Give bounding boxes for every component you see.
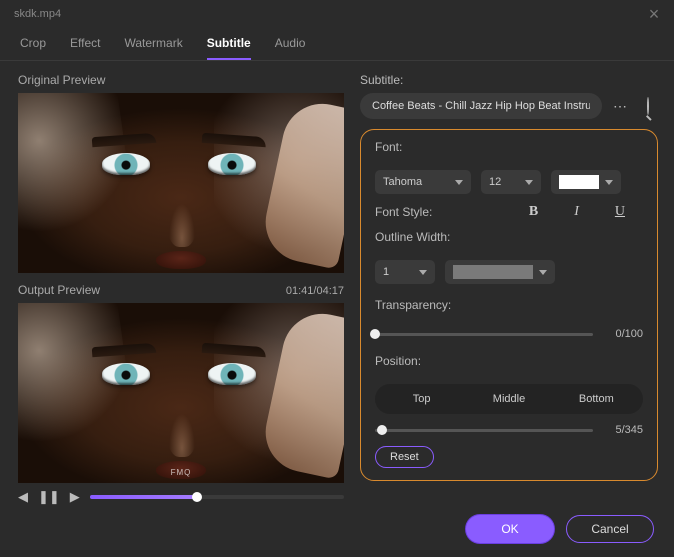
original-preview: [18, 93, 344, 273]
tab-subtitle[interactable]: Subtitle: [207, 28, 251, 60]
subtitle-label: Subtitle:: [360, 73, 658, 87]
preview-column: Original Preview Output Preview 01:41/04…: [18, 73, 344, 505]
player-controls: ◀ ❚❚ ▶: [18, 489, 344, 505]
window-title: skdk.mp4: [14, 8, 61, 20]
outline-width-select[interactable]: 1: [375, 260, 435, 284]
playback-time: 01:41/04:17: [286, 285, 344, 297]
outline-color-select[interactable]: [445, 260, 555, 284]
position-middle[interactable]: Middle: [465, 387, 552, 411]
font-color-swatch: [559, 175, 599, 189]
font-size-select[interactable]: 12: [481, 170, 541, 194]
settings-column: Subtitle: ⋯ Font: Tahoma 12: [360, 73, 658, 505]
bold-button[interactable]: B: [529, 204, 538, 220]
close-icon[interactable]: ×: [644, 4, 664, 25]
tab-crop[interactable]: Crop: [20, 28, 46, 60]
outline-width-value: 1: [383, 266, 389, 278]
prev-frame-icon[interactable]: ◀: [18, 489, 28, 505]
next-frame-icon[interactable]: ▶: [70, 489, 80, 505]
progress-slider[interactable]: [90, 495, 344, 499]
chevron-down-icon: [419, 270, 427, 275]
italic-button[interactable]: I: [574, 204, 579, 220]
outline-width-label: Outline Width:: [375, 230, 643, 244]
font-family-select[interactable]: Tahoma: [375, 170, 471, 194]
transparency-slider[interactable]: [375, 333, 593, 336]
transparency-label: Transparency:: [375, 298, 643, 312]
position-top[interactable]: Top: [378, 387, 465, 411]
pause-icon[interactable]: ❚❚: [38, 489, 60, 505]
outline-color-swatch: [453, 265, 533, 279]
subtitle-style-panel: Font: Tahoma 12 Font: [360, 129, 658, 481]
ok-button[interactable]: OK: [466, 515, 554, 543]
font-label: Font:: [375, 140, 643, 154]
chevron-down-icon: [605, 180, 613, 185]
more-icon[interactable]: ⋯: [610, 98, 630, 115]
position-value: 5/345: [603, 424, 643, 436]
transparency-thumb[interactable]: [370, 329, 380, 339]
position-segmented: Top Middle Bottom: [375, 384, 643, 414]
output-preview-label: Output Preview: [18, 283, 100, 297]
underline-button[interactable]: U: [615, 204, 625, 220]
position-label: Position:: [375, 354, 643, 368]
position-slider[interactable]: [375, 429, 593, 432]
chevron-down-icon: [539, 270, 547, 275]
output-preview: FMQ: [18, 303, 344, 483]
position-bottom[interactable]: Bottom: [553, 387, 640, 411]
reset-button[interactable]: Reset: [375, 446, 434, 468]
font-family-value: Tahoma: [383, 176, 422, 188]
content-area: Original Preview Output Preview 01:41/04…: [0, 61, 674, 513]
dialog-footer: OK Cancel: [0, 513, 674, 557]
chevron-down-icon: [455, 180, 463, 185]
progress-thumb[interactable]: [192, 492, 202, 502]
cancel-button[interactable]: Cancel: [566, 515, 654, 543]
position-thumb[interactable]: [377, 425, 387, 435]
titlebar: skdk.mp4 ×: [0, 0, 674, 24]
original-preview-label: Original Preview: [18, 73, 344, 87]
tab-effect[interactable]: Effect: [70, 28, 100, 60]
subtitle-input[interactable]: [360, 93, 602, 119]
transparency-value: 0/100: [603, 328, 643, 340]
font-color-select[interactable]: [551, 170, 621, 194]
tab-bar: Crop Effect Watermark Subtitle Audio: [0, 24, 674, 61]
tab-watermark[interactable]: Watermark: [124, 28, 182, 60]
search-icon[interactable]: [638, 98, 658, 114]
font-size-value: 12: [489, 176, 501, 188]
editor-dialog: skdk.mp4 × Crop Effect Watermark Subtitl…: [0, 0, 674, 527]
tab-audio[interactable]: Audio: [275, 28, 306, 60]
font-style-label: Font Style:: [375, 205, 432, 219]
chevron-down-icon: [525, 180, 533, 185]
watermark-text: FMQ: [171, 468, 192, 477]
